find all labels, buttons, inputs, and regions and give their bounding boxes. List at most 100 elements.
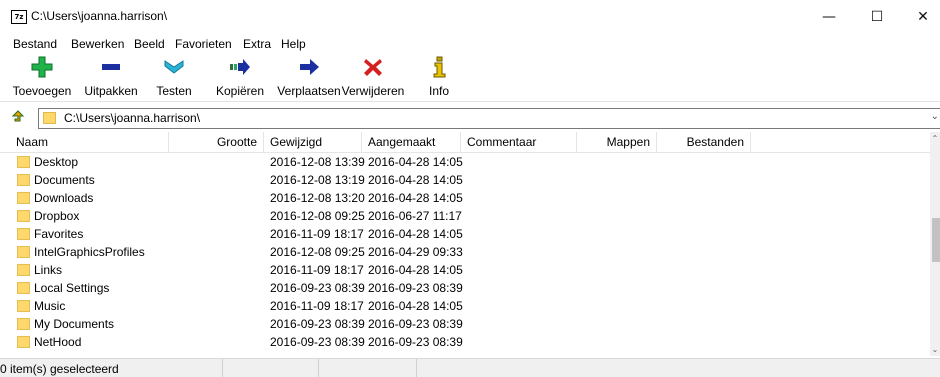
file-modified: 2016-12-08 09:25 [270,209,365,223]
file-created: 2016-04-28 14:05 [368,155,463,169]
status-bar: 0 item(s) geselecteerd [0,358,940,377]
folder-icon [43,112,56,124]
delete-icon [340,56,406,78]
file-name: Desktop [34,155,79,169]
add-button[interactable]: Toevoegen [0,56,84,98]
file-created: 2016-04-29 09:33 [368,245,463,259]
minimize-icon: — [822,9,836,25]
file-name: Downloads [34,191,94,205]
copy-icon [212,56,268,78]
folder-icon [17,318,30,330]
file-created: 2016-04-28 14:05 [368,227,463,241]
chevron-down-icon[interactable]: ⌄ [930,345,940,354]
file-row[interactable]: Local Settings 2016-09-23 08:39 2016-09-… [0,279,930,297]
address-input[interactable]: C:\Users\joanna.harrison\ ⌄ [38,108,940,129]
delete-label: Verwijderen [341,84,405,98]
file-name: IntelGraphicsProfiles [34,245,145,259]
column-header-comment[interactable]: Commentaar [461,132,577,152]
menu-favorieten[interactable]: Favorieten [175,37,232,51]
folder-icon [17,174,30,186]
extract-icon [78,56,144,78]
folder-icon [17,246,30,258]
status-divider [222,359,223,377]
add-label: Toevoegen [12,84,72,98]
file-row[interactable]: Favorites 2016-11-09 18:17 2016-04-28 14… [0,225,930,243]
file-row[interactable]: Documents 2016-12-08 13:19 2016-04-28 14… [0,171,930,189]
folder-icon [17,264,30,276]
move-button[interactable]: Verplaatsen [274,56,344,98]
file-modified: 2016-11-09 18:17 [270,299,364,313]
menu-bewerken[interactable]: Bewerken [71,37,124,51]
address-bar: C:\Users\joanna.harrison\ ⌄ [0,106,940,130]
column-header-modified[interactable]: Gewijzigd [264,132,362,152]
file-modified: 2016-12-08 13:20 [270,191,365,205]
file-name: Music [34,299,66,313]
column-header-folders[interactable]: Mappen [577,132,657,152]
chevron-up-icon[interactable]: ⌃ [930,134,940,143]
column-header-created[interactable]: Aangemaakt [362,132,461,152]
file-row[interactable]: My Documents 2016-09-23 08:39 2016-09-23… [0,315,930,333]
file-row[interactable]: Desktop 2016-12-08 13:39 2016-04-28 14:0… [0,153,930,171]
file-row[interactable]: IntelGraphicsProfiles 2016-12-08 09:25 2… [0,243,930,261]
toolbar: Toevoegen Uitpakken Testen Kopiëren Verp… [0,54,940,102]
title-bar: 7z C:\Users\joanna.harrison\ — ☐ ✕ [0,0,940,34]
window-title: C:\Users\joanna.harrison\ [31,9,168,23]
extract-button[interactable]: Uitpakken [78,56,144,98]
folder-icon [17,156,30,168]
chevron-down-icon[interactable]: ⌄ [931,111,939,122]
file-created: 2016-06-27 11:17 [368,209,462,223]
file-row[interactable]: Music 2016-11-09 18:17 2016-04-28 14:05 [0,297,930,315]
file-name: Links [34,263,63,277]
file-name: Documents [34,173,95,187]
folder-up-icon[interactable] [11,110,25,127]
menu-beeld[interactable]: Beeld [134,37,165,51]
menu-bestand[interactable]: Bestand [13,37,57,51]
test-button[interactable]: Testen [144,56,204,98]
close-icon: ✕ [917,9,929,25]
test-label: Testen [156,84,192,98]
file-created: 2016-09-23 08:39 [368,335,463,349]
info-button[interactable]: Info [422,56,456,98]
extract-label: Uitpakken [84,84,138,98]
file-name: Favorites [34,227,84,241]
scrollbar-thumb[interactable] [932,218,940,262]
file-created: 2016-04-28 14:05 [368,263,463,277]
file-created: 2016-04-28 14:05 [368,299,463,313]
menu-extra[interactable]: Extra [243,37,271,51]
file-name: Local Settings [34,281,110,295]
file-row[interactable]: Dropbox 2016-12-08 09:25 2016-06-27 11:1… [0,207,930,225]
folder-icon [17,300,30,312]
status-text: 0 item(s) geselecteerd [0,362,119,376]
file-modified: 2016-09-23 08:39 [270,335,365,349]
file-created: 2016-09-23 08:39 [368,317,463,331]
menu-help[interactable]: Help [281,37,306,51]
delete-button[interactable]: Verwijderen [340,56,406,98]
file-modified: 2016-09-23 08:39 [270,281,365,295]
file-row[interactable]: Links 2016-11-09 18:17 2016-04-28 14:05 [0,261,930,279]
info-label: Info [428,84,449,98]
file-row[interactable]: Downloads 2016-12-08 13:20 2016-04-28 14… [0,189,930,207]
folder-icon [17,228,30,240]
folder-icon [17,282,30,294]
copy-button[interactable]: Kopiëren [212,56,268,98]
address-path: C:\Users\joanna.harrison\ [64,111,201,125]
maximize-button[interactable]: ☐ [854,0,900,34]
column-header-name[interactable]: Naam [10,132,169,152]
file-modified: 2016-11-09 18:17 [270,227,364,241]
column-header-size[interactable]: Grootte [169,132,264,152]
menu-bar: Bestand Bewerken Beeld Favorieten Extra … [0,34,940,54]
folder-icon [17,192,30,204]
close-button[interactable]: ✕ [900,0,940,34]
move-icon [274,56,344,78]
vertical-scrollbar[interactable]: ⌃ ⌄ [930,132,940,356]
file-row[interactable]: NetHood 2016-09-23 08:39 2016-09-23 08:3… [0,333,930,351]
folder-icon [17,210,30,222]
status-divider [318,359,319,377]
file-created: 2016-04-28 14:05 [368,191,463,205]
file-modified: 2016-12-08 13:19 [270,173,365,187]
move-label: Verplaatsen [277,84,341,98]
minimize-button[interactable]: — [806,0,852,34]
app-icon: 7z [11,10,27,24]
column-header-files[interactable]: Bestanden [657,132,751,152]
file-created: 2016-04-28 14:05 [368,173,463,187]
